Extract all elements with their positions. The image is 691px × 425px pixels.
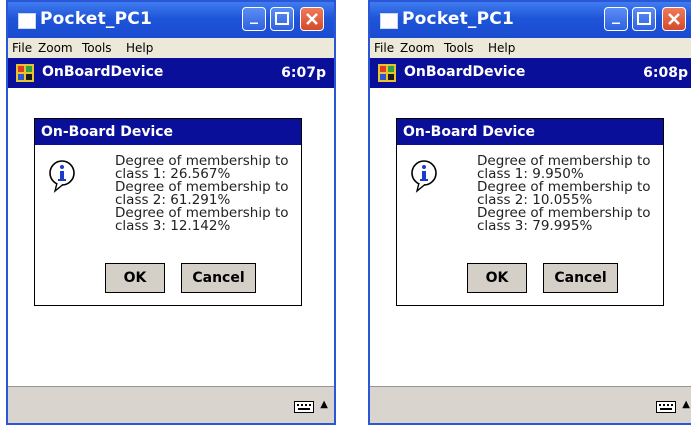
ok-button[interactable]: OK xyxy=(467,263,527,293)
menu-help[interactable]: Help xyxy=(126,41,153,55)
menu-bar: File Zoom Tools Help xyxy=(370,38,691,58)
cancel-button[interactable]: Cancel xyxy=(181,263,256,293)
message-line: class 3: 79.995% xyxy=(477,218,593,234)
window-icon xyxy=(380,13,398,29)
soft-input-bar: ▲ xyxy=(8,386,334,423)
menu-bar: File Zoom Tools Help xyxy=(8,38,334,58)
menu-help[interactable]: Help xyxy=(488,41,515,55)
clock[interactable]: 6:07p xyxy=(281,65,326,81)
close-icon xyxy=(668,13,680,25)
window-title: Pocket_PC1 xyxy=(402,9,514,29)
window-titlebar[interactable]: Pocket_PC1 _ xyxy=(370,2,691,38)
window-titlebar[interactable]: Pocket_PC1 _ xyxy=(8,2,334,38)
chevron-up-icon[interactable]: ▲ xyxy=(320,399,328,410)
dialog-message: Degree of membership to class 1: 9.950% … xyxy=(477,154,667,234)
emulator-window-left: Pocket_PC1 _ File Zoom Tools Help OnBoar… xyxy=(6,0,336,425)
app-name: OnBoardDevice xyxy=(42,64,164,80)
device-screen: On-Board Device Degree of membership to … xyxy=(8,88,334,387)
info-icon xyxy=(49,160,75,193)
info-icon xyxy=(411,160,437,193)
minimize-button[interactable]: _ xyxy=(604,5,628,31)
keyboard-icon[interactable] xyxy=(656,401,676,413)
maximize-icon xyxy=(275,12,289,25)
emulator-window-right: Pocket_PC1 _ File Zoom Tools Help OnBoar… xyxy=(368,0,691,425)
menu-zoom[interactable]: Zoom xyxy=(38,41,73,55)
device-screen: On-Board Device Degree of membership to … xyxy=(370,88,691,387)
message-dialog: On-Board Device Degree of membership to … xyxy=(34,118,302,306)
close-icon xyxy=(306,13,318,25)
pocketpc-title-bar: OnBoardDevice 6:07p xyxy=(8,58,334,88)
window-title: Pocket_PC1 xyxy=(40,9,152,29)
menu-zoom[interactable]: Zoom xyxy=(400,41,435,55)
menu-file[interactable]: File xyxy=(12,41,32,55)
dialog-title: On-Board Device xyxy=(35,119,301,145)
soft-input-bar: ▲ xyxy=(370,386,691,423)
minimize-icon: _ xyxy=(612,5,620,24)
message-dialog: On-Board Device Degree of membership to … xyxy=(396,118,664,306)
start-flag-icon[interactable] xyxy=(378,64,396,82)
dialog-message: Degree of membership to class 1: 26.567%… xyxy=(115,154,305,234)
pocketpc-title-bar: OnBoardDevice 6:08p xyxy=(370,58,691,88)
message-line: class 3: 12.142% xyxy=(115,218,231,234)
close-button[interactable] xyxy=(662,7,686,31)
menu-tools[interactable]: Tools xyxy=(444,41,474,55)
window-frame: Pocket_PC1 _ File Zoom Tools Help OnBoar… xyxy=(6,0,336,425)
clock[interactable]: 6:08p xyxy=(643,65,688,81)
maximize-button[interactable] xyxy=(270,7,294,31)
menu-tools[interactable]: Tools xyxy=(82,41,112,55)
start-flag-icon[interactable] xyxy=(16,64,34,82)
minimize-button[interactable]: _ xyxy=(242,5,266,31)
keyboard-icon[interactable] xyxy=(294,401,314,413)
close-button[interactable] xyxy=(300,7,324,31)
app-name: OnBoardDevice xyxy=(404,64,526,80)
chevron-up-icon[interactable]: ▲ xyxy=(682,399,690,410)
window-frame: Pocket_PC1 _ File Zoom Tools Help OnBoar… xyxy=(368,0,691,425)
dialog-title: On-Board Device xyxy=(397,119,663,145)
window-icon xyxy=(18,13,36,29)
maximize-icon xyxy=(637,12,651,25)
minimize-icon: _ xyxy=(250,5,258,24)
ok-button[interactable]: OK xyxy=(105,263,165,293)
cancel-button[interactable]: Cancel xyxy=(543,263,618,293)
maximize-button[interactable] xyxy=(632,7,656,31)
menu-file[interactable]: File xyxy=(374,41,394,55)
